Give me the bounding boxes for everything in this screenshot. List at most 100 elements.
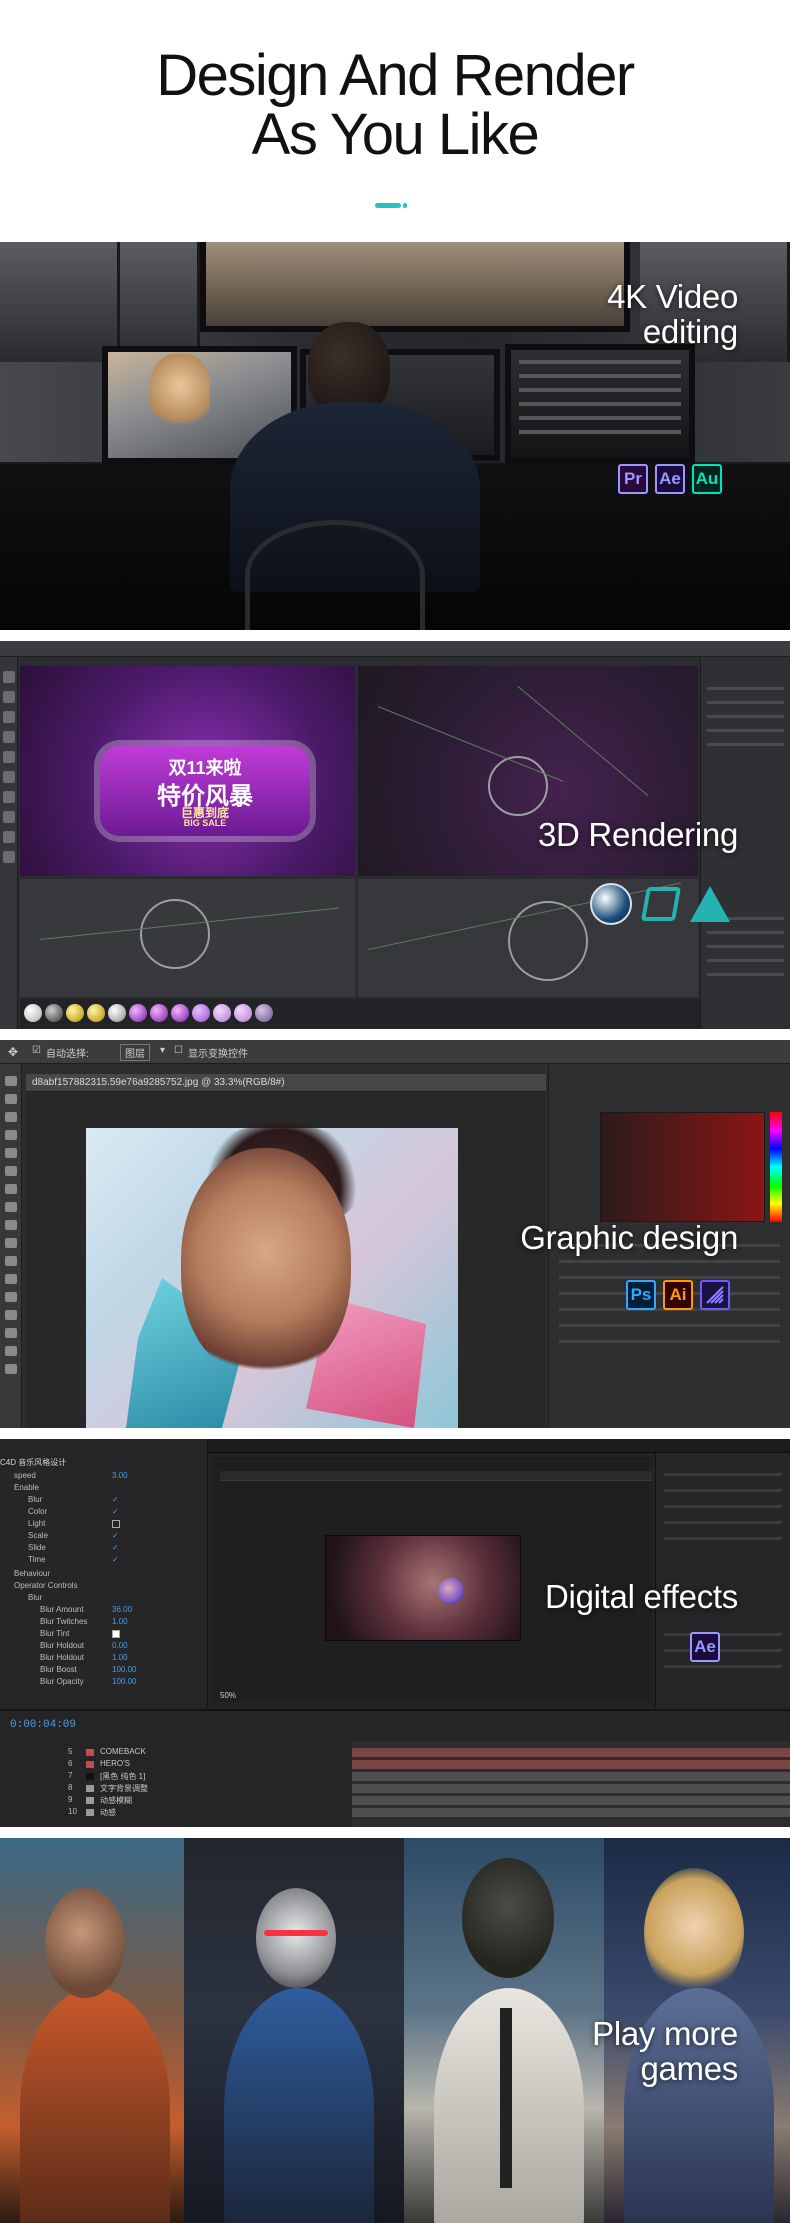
prop-row: Blur Boost 100.00 [40, 1665, 137, 1674]
layer-bar[interactable] [352, 1772, 790, 1781]
games-banner: Play more games [0, 1838, 790, 2223]
audition-icon: Au [692, 464, 722, 494]
document-tab-label: d8abf157882315.59e76a9285752.jpg @ 33.3%… [32, 1077, 285, 1088]
material-swatch[interactable] [255, 1004, 273, 1022]
prop-row: Blur Opacity 100.00 [40, 1677, 137, 1686]
viewer-zoom[interactable]: 50% [220, 1691, 236, 1700]
material-swatch[interactable] [150, 1004, 168, 1022]
after-effects-icon: Ae [690, 1632, 720, 1662]
auto-select-dropdown[interactable]: 图层 [120, 1044, 150, 1061]
monitor-right [505, 344, 695, 464]
monitor-portrait [150, 354, 210, 434]
viewport-top [20, 879, 355, 997]
cinema4d-icon [590, 883, 632, 925]
video-app-badges: Pr Ae Au [618, 464, 722, 494]
timeline-layer[interactable]: 5 COMEBACK [0, 1747, 350, 1758]
prop-row: Time ✓ [28, 1555, 119, 1564]
after-effects-icon: Ae [655, 464, 685, 494]
layer-bar[interactable] [352, 1760, 790, 1769]
premiere-icon: Pr [618, 464, 648, 494]
timeline-layer[interactable]: 10 动感 [0, 1807, 350, 1818]
arnold-icon [690, 886, 730, 922]
game-art-1 [0, 1838, 184, 2223]
prop-row: Blur Holdout 1.00 [40, 1653, 128, 1662]
effect-comp-label: C4D 音乐风格设计 [0, 1458, 67, 1467]
product-page: Design And Render As You Like 4K Video e… [0, 0, 790, 2223]
caption-video-line2: editing [642, 313, 738, 350]
prop-row: Slide ✓ [28, 1543, 119, 1552]
prop-row: Blur ✓ [28, 1495, 119, 1504]
caption-games-line2: games [640, 2050, 738, 2087]
timeline-layer[interactable]: 8 文字背景调整 [0, 1783, 350, 1794]
portrait-artwork [86, 1123, 458, 1428]
show-transform-label: 显示变换控件 [188, 1049, 248, 1060]
monitor-top [200, 242, 630, 332]
timeline-layer[interactable]: 7 [黑色 纯色 1] [0, 1771, 350, 1782]
layer-bar[interactable] [352, 1784, 790, 1793]
timecode[interactable]: 0:00:04:09 [10, 1719, 76, 1731]
ps-document-tab[interactable]: d8abf157882315.59e76a9285752.jpg @ 33.3%… [26, 1074, 546, 1092]
c4d-toolbar [0, 657, 18, 1029]
layer-bar[interactable] [352, 1796, 790, 1805]
illustrator-icon: Ai [663, 1280, 693, 1310]
video-editing-banner: 4K Video editing Pr Ae Au [0, 242, 790, 630]
ae-ruler [220, 1471, 652, 1481]
prop-row: speed 3.00 [14, 1471, 128, 1480]
move-tool-icon[interactable]: ✥ [8, 1045, 18, 1059]
prop-row: Operator Controls [14, 1581, 78, 1590]
sale-artwork: 双11来啦 特价风暴 巨惠到底 BIG SALE [100, 746, 310, 836]
caption-effects: Digital effects [545, 1578, 738, 1615]
checkbox-icon[interactable]: ☑ [32, 1045, 41, 1056]
game-art-3 [404, 1838, 604, 2223]
3d-app-icons [590, 883, 730, 925]
caption-video: 4K Video editing [607, 279, 738, 349]
composition-frame [325, 1535, 521, 1641]
material-swatch[interactable] [192, 1004, 210, 1022]
caption-video-line1: 4K Video [607, 278, 738, 315]
accent-divider [375, 203, 407, 208]
headline-line-2: As You Like [251, 102, 540, 167]
material-swatch[interactable] [66, 1004, 84, 1022]
artwork-line4: BIG SALE [183, 818, 227, 828]
prop-row: Color ✓ [28, 1507, 119, 1516]
caption-games: Play more games [592, 2016, 738, 2086]
game-art-2 [184, 1838, 404, 2223]
material-swatch[interactable] [87, 1004, 105, 1022]
timeline-layer[interactable]: 9 动感模糊 [0, 1795, 350, 1806]
caption-3d: 3D Rendering [537, 816, 738, 853]
hue-slider[interactable] [770, 1112, 782, 1222]
window-pane [120, 242, 200, 362]
3d-rendering-banner: 双11来啦 特价风暴 巨惠到底 BIG SALE 3D Rendering [0, 641, 790, 1029]
headline-line-1: Design And Render [156, 43, 635, 108]
material-swatch[interactable] [129, 1004, 147, 1022]
redshift-icon [641, 887, 681, 921]
prop-row: Light [0, 1519, 208, 1531]
chevron-down-icon[interactable]: ▾ [160, 1045, 165, 1056]
material-swatch[interactable] [45, 1004, 63, 1022]
prop-row: Blur [28, 1593, 43, 1602]
prop-row: Blur Amount 36.00 [40, 1605, 133, 1614]
color-picker[interactable] [600, 1112, 765, 1222]
window-pane [0, 242, 120, 362]
material-swatch[interactable] [234, 1004, 252, 1022]
ae-effect-controls: C4D 音乐风格设计 speed 3.00 Enable Blur ✓ Color ✓… [0, 1439, 208, 1707]
caption-graphic: Graphic design [520, 1219, 738, 1256]
ps-options-bar: ✥ ☑ 自动选择: 图层 ▾ ☐ 显示变换控件 [0, 1040, 790, 1064]
checkbox-icon[interactable]: ☐ [174, 1045, 183, 1056]
ae-timeline: 0:00:04:09 5 COMEBACK 6 HERO'S 7 [黑色 纯色 1] … [0, 1709, 790, 1827]
viewport-perspective: 双11来啦 特价风暴 巨惠到底 BIG SALE [20, 666, 355, 876]
material-swatch[interactable] [24, 1004, 42, 1022]
layer-bar[interactable] [352, 1748, 790, 1757]
effects-app-badges: Ae [690, 1632, 720, 1662]
prop-row: Blur Twitches 1.00 [40, 1617, 128, 1626]
prop-row: Scale ✓ [28, 1531, 119, 1540]
material-swatch[interactable] [108, 1004, 126, 1022]
hero-header: Design And Render As You Like [0, 0, 790, 240]
caption-games-line1: Play more [592, 2015, 738, 2052]
material-swatch[interactable] [213, 1004, 231, 1022]
layer-bar[interactable] [352, 1808, 790, 1817]
ps-toolbox [0, 1064, 22, 1428]
prop-row: Enable [14, 1483, 39, 1492]
material-swatch[interactable] [171, 1004, 189, 1022]
timeline-layer[interactable]: 6 HERO'S [0, 1759, 350, 1770]
